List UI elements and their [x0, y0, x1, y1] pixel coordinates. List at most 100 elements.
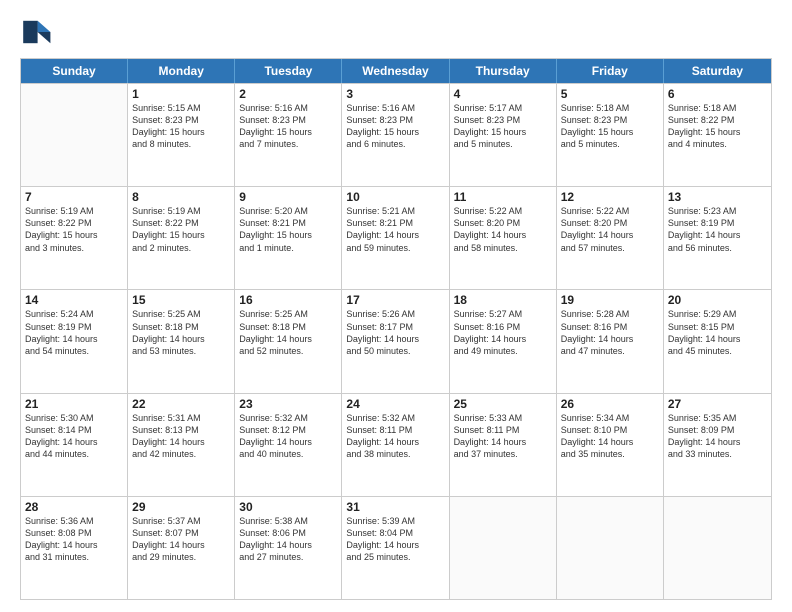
cell-line: and 44 minutes.: [25, 448, 123, 460]
cell-line: Daylight: 15 hours: [239, 126, 337, 138]
cell-line: and 27 minutes.: [239, 551, 337, 563]
cell-line: Daylight: 14 hours: [668, 436, 767, 448]
cell-line: and 3 minutes.: [25, 242, 123, 254]
cell-line: Daylight: 15 hours: [239, 229, 337, 241]
day-number: 17: [346, 293, 444, 307]
cell-line: Daylight: 14 hours: [239, 436, 337, 448]
day-number: 4: [454, 87, 552, 101]
day-number: 20: [668, 293, 767, 307]
cell-line: Sunrise: 5:22 AM: [454, 205, 552, 217]
cell-line: and 57 minutes.: [561, 242, 659, 254]
cell-line: and 53 minutes.: [132, 345, 230, 357]
calendar-cell-26: 26Sunrise: 5:34 AMSunset: 8:10 PMDayligh…: [557, 394, 664, 496]
cell-line: Daylight: 14 hours: [346, 436, 444, 448]
cell-line: and 6 minutes.: [346, 138, 444, 150]
cell-line: Sunrise: 5:16 AM: [239, 102, 337, 114]
calendar-cell-empty-4-6: [664, 497, 771, 599]
calendar-cell-13: 13Sunrise: 5:23 AMSunset: 8:19 PMDayligh…: [664, 187, 771, 289]
cell-line: Daylight: 14 hours: [25, 539, 123, 551]
cell-line: Daylight: 14 hours: [132, 333, 230, 345]
cell-line: Sunrise: 5:38 AM: [239, 515, 337, 527]
cell-line: Daylight: 14 hours: [668, 333, 767, 345]
header-day-friday: Friday: [557, 59, 664, 83]
calendar-row-3: 21Sunrise: 5:30 AMSunset: 8:14 PMDayligh…: [21, 393, 771, 496]
day-number: 5: [561, 87, 659, 101]
cell-line: Sunrise: 5:23 AM: [668, 205, 767, 217]
cell-line: Sunrise: 5:20 AM: [239, 205, 337, 217]
cell-line: Daylight: 14 hours: [561, 229, 659, 241]
cell-line: and 25 minutes.: [346, 551, 444, 563]
cell-line: Sunset: 8:19 PM: [668, 217, 767, 229]
calendar-cell-31: 31Sunrise: 5:39 AMSunset: 8:04 PMDayligh…: [342, 497, 449, 599]
cell-line: Sunrise: 5:30 AM: [25, 412, 123, 424]
header: [20, 16, 772, 48]
cell-line: Sunrise: 5:37 AM: [132, 515, 230, 527]
day-number: 26: [561, 397, 659, 411]
cell-line: Daylight: 15 hours: [454, 126, 552, 138]
cell-line: Sunset: 8:10 PM: [561, 424, 659, 436]
cell-line: Sunset: 8:20 PM: [561, 217, 659, 229]
day-number: 16: [239, 293, 337, 307]
day-number: 6: [668, 87, 767, 101]
calendar-cell-10: 10Sunrise: 5:21 AMSunset: 8:21 PMDayligh…: [342, 187, 449, 289]
cell-line: Daylight: 14 hours: [25, 333, 123, 345]
cell-line: and 29 minutes.: [132, 551, 230, 563]
cell-line: Sunset: 8:09 PM: [668, 424, 767, 436]
calendar-cell-18: 18Sunrise: 5:27 AMSunset: 8:16 PMDayligh…: [450, 290, 557, 392]
day-number: 7: [25, 190, 123, 204]
calendar-cell-3: 3Sunrise: 5:16 AMSunset: 8:23 PMDaylight…: [342, 84, 449, 186]
cell-line: Sunset: 8:19 PM: [25, 321, 123, 333]
cell-line: Daylight: 14 hours: [454, 229, 552, 241]
cell-line: Sunset: 8:16 PM: [561, 321, 659, 333]
calendar-cell-20: 20Sunrise: 5:29 AMSunset: 8:15 PMDayligh…: [664, 290, 771, 392]
cell-line: and 49 minutes.: [454, 345, 552, 357]
calendar-cell-empty-4-5: [557, 497, 664, 599]
calendar-row-0: 1Sunrise: 5:15 AMSunset: 8:23 PMDaylight…: [21, 83, 771, 186]
logo: [20, 16, 56, 48]
day-number: 15: [132, 293, 230, 307]
cell-line: Sunset: 8:20 PM: [454, 217, 552, 229]
calendar-cell-23: 23Sunrise: 5:32 AMSunset: 8:12 PMDayligh…: [235, 394, 342, 496]
day-number: 14: [25, 293, 123, 307]
cell-line: Sunset: 8:22 PM: [25, 217, 123, 229]
cell-line: and 38 minutes.: [346, 448, 444, 460]
cell-line: Sunrise: 5:21 AM: [346, 205, 444, 217]
header-day-thursday: Thursday: [450, 59, 557, 83]
calendar-header: SundayMondayTuesdayWednesdayThursdayFrid…: [21, 59, 771, 83]
cell-line: Sunset: 8:04 PM: [346, 527, 444, 539]
cell-line: Sunrise: 5:36 AM: [25, 515, 123, 527]
cell-line: Sunset: 8:13 PM: [132, 424, 230, 436]
cell-line: Daylight: 14 hours: [454, 436, 552, 448]
cell-line: Daylight: 14 hours: [25, 436, 123, 448]
calendar-cell-19: 19Sunrise: 5:28 AMSunset: 8:16 PMDayligh…: [557, 290, 664, 392]
cell-line: Sunset: 8:18 PM: [132, 321, 230, 333]
calendar-cell-30: 30Sunrise: 5:38 AMSunset: 8:06 PMDayligh…: [235, 497, 342, 599]
cell-line: Daylight: 15 hours: [132, 229, 230, 241]
cell-line: Sunrise: 5:24 AM: [25, 308, 123, 320]
header-day-saturday: Saturday: [664, 59, 771, 83]
logo-icon: [20, 16, 52, 48]
cell-line: Daylight: 15 hours: [25, 229, 123, 241]
calendar-cell-12: 12Sunrise: 5:22 AMSunset: 8:20 PMDayligh…: [557, 187, 664, 289]
cell-line: and 56 minutes.: [668, 242, 767, 254]
cell-line: and 7 minutes.: [239, 138, 337, 150]
cell-line: and 47 minutes.: [561, 345, 659, 357]
day-number: 22: [132, 397, 230, 411]
day-number: 1: [132, 87, 230, 101]
cell-line: Sunrise: 5:26 AM: [346, 308, 444, 320]
cell-line: Daylight: 14 hours: [454, 333, 552, 345]
cell-line: Sunrise: 5:18 AM: [561, 102, 659, 114]
cell-line: Sunset: 8:12 PM: [239, 424, 337, 436]
calendar-cell-9: 9Sunrise: 5:20 AMSunset: 8:21 PMDaylight…: [235, 187, 342, 289]
calendar-cell-4: 4Sunrise: 5:17 AMSunset: 8:23 PMDaylight…: [450, 84, 557, 186]
cell-line: and 33 minutes.: [668, 448, 767, 460]
cell-line: Sunrise: 5:39 AM: [346, 515, 444, 527]
cell-line: Daylight: 14 hours: [132, 539, 230, 551]
cell-line: Daylight: 14 hours: [561, 436, 659, 448]
day-number: 18: [454, 293, 552, 307]
day-number: 19: [561, 293, 659, 307]
cell-line: Sunrise: 5:16 AM: [346, 102, 444, 114]
day-number: 30: [239, 500, 337, 514]
calendar-cell-17: 17Sunrise: 5:26 AMSunset: 8:17 PMDayligh…: [342, 290, 449, 392]
calendar-row-4: 28Sunrise: 5:36 AMSunset: 8:08 PMDayligh…: [21, 496, 771, 599]
